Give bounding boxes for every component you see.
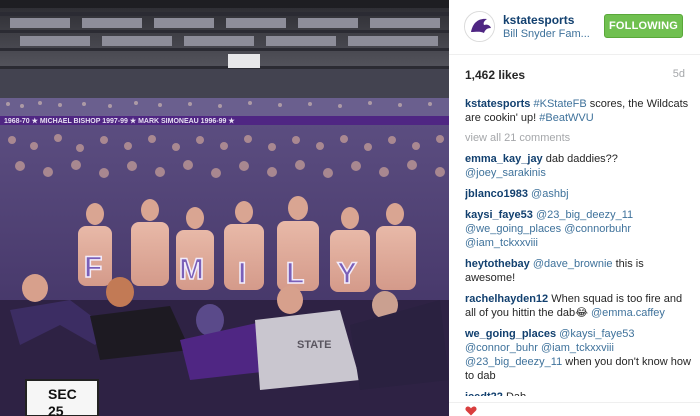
instagram-post: 1968-70 ★ MICHAEL BISHOP 1997-99 ★ MARK … <box>0 0 700 416</box>
comment-list: emma_kay_jay dab daddies?? @joey_sarakin… <box>465 152 691 396</box>
comment-username[interactable]: icedt22 <box>465 391 503 396</box>
post-username[interactable]: kstatesports <box>503 13 574 27</box>
shirt-text: STATE <box>297 339 331 351</box>
caption: kstatesports #KStateFB scores, the Wildc… <box>465 97 691 125</box>
comment-mention[interactable]: @iam_tckxxviii <box>541 342 614 354</box>
comment-mention[interactable]: @connor_buhr <box>465 342 538 354</box>
comment-mention[interactable]: @ashbj <box>531 188 568 200</box>
body-letter-y: Y <box>337 257 357 290</box>
caption-username[interactable]: kstatesports <box>465 98 530 110</box>
comment-username[interactable]: heytothebay <box>465 258 530 270</box>
post-stats: 1,462 likes 5d <box>465 68 685 84</box>
comment-mention[interactable]: @iam_tckxxviii <box>465 237 538 249</box>
comment-mention[interactable]: @joey_sarakinis <box>465 167 546 179</box>
like-count[interactable]: 1,462 likes <box>465 68 525 82</box>
stadium-crowd-image: 1968-70 ★ MICHAEL BISHOP 1997-99 ★ MARK … <box>0 0 449 416</box>
comment-item: rachelhayden12 When squad is too fire an… <box>465 292 691 320</box>
post-header: kstatesports Bill Snyder Fam... FOLLOWIN… <box>449 0 700 55</box>
post-timestamp[interactable]: 5d <box>673 68 685 80</box>
powercat-logo-icon <box>465 12 494 41</box>
following-button[interactable]: FOLLOWING <box>604 14 683 38</box>
ring-of-honor-banner: 1968-70 ★ MICHAEL BISHOP 1997-99 ★ MARK … <box>4 117 235 125</box>
comment-mention[interactable]: @dave_brownie <box>533 258 613 270</box>
body-letter-i: I <box>238 257 246 290</box>
comment-username[interactable]: jblanco1983 <box>465 188 528 200</box>
comment-username[interactable]: we_going_places <box>465 328 556 340</box>
body-letter-m: M <box>179 253 204 286</box>
post-location[interactable]: Bill Snyder Fam... <box>503 28 597 40</box>
comment-item: kaysi_faye53 @23_big_deezy_11 @we_going_… <box>465 208 691 250</box>
view-all-comments-link[interactable]: view all 21 comments <box>465 132 691 144</box>
comment-item: emma_kay_jay dab daddies?? @joey_sarakin… <box>465 152 691 180</box>
comment-mention[interactable]: @kaysi_faye53 <box>559 328 634 340</box>
comment-text: Dab <box>503 391 526 396</box>
heart-icon[interactable] <box>465 406 477 416</box>
post-actions <box>449 402 700 416</box>
comment-mention[interactable]: @23_big_deezy_11 <box>536 209 633 221</box>
comment-username[interactable]: kaysi_faye53 <box>465 209 533 221</box>
comment-item: icedt22 Dab <box>465 390 691 396</box>
comments-section[interactable]: kstatesports #KStateFB scores, the Wildc… <box>465 97 691 396</box>
section-sign-number: 25 <box>48 403 64 416</box>
comment-item: jblanco1983 @ashbj <box>465 187 691 201</box>
hashtag-beatwvu[interactable]: #BeatWVU <box>539 112 593 124</box>
comment-mention[interactable]: @we_going_places <box>465 223 561 235</box>
post-details-panel: kstatesports Bill Snyder Fam... FOLLOWIN… <box>449 0 700 416</box>
hashtag-kstatefb[interactable]: #KStateFB <box>533 98 586 110</box>
section-sign-label: SEC <box>48 386 77 402</box>
comment-mention[interactable]: @emma.caffey <box>591 307 665 319</box>
comment-username[interactable]: emma_kay_jay <box>465 153 543 165</box>
comment-item: heytothebay @dave_brownie this is awesom… <box>465 257 691 285</box>
comment-mention[interactable]: @connorbuhr <box>564 223 631 235</box>
body-letter-l: L <box>286 257 304 290</box>
comment-username[interactable]: rachelhayden12 <box>465 293 548 305</box>
comment-text: dab daddies?? <box>542 153 618 165</box>
comment-mention[interactable]: @23_big_deezy_11 <box>465 356 562 368</box>
comment-item: we_going_places @kaysi_faye53 @connor_bu… <box>465 327 691 383</box>
body-letter-f: F <box>84 251 102 284</box>
post-photo[interactable]: 1968-70 ★ MICHAEL BISHOP 1997-99 ★ MARK … <box>0 0 449 416</box>
avatar[interactable] <box>464 11 495 42</box>
